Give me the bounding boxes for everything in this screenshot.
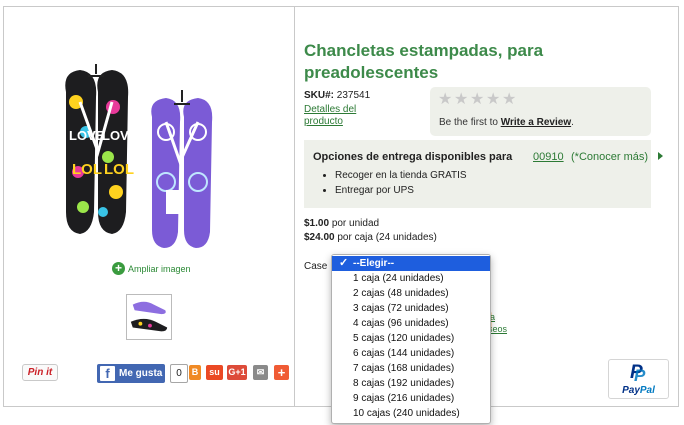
- star-rating[interactable]: ★ ★ ★ ★ ★: [438, 91, 517, 108]
- sku-value: 237541: [336, 90, 371, 101]
- product-details-link[interactable]: Detalles del producto: [304, 104, 384, 128]
- zoom-plus-icon: +: [112, 262, 125, 275]
- star-icon: ★: [454, 91, 469, 108]
- case-option[interactable]: 5 cajas (120 unidades): [332, 331, 490, 346]
- svg-text:LOL: LOL: [104, 161, 134, 178]
- svg-text:LOVE: LOVE: [102, 128, 138, 143]
- case-option-selected[interactable]: ✓ --Elegir--: [332, 256, 490, 271]
- case-quantity-dropdown[interactable]: ✓ --Elegir-- 1 caja (24 unidades) 2 caja…: [331, 254, 491, 424]
- case-option[interactable]: 2 cajas (48 unidades): [332, 286, 490, 301]
- delivery-options-panel: Opciones de entrega disponibles para 009…: [304, 140, 663, 208]
- sku: SKU#: 237541: [304, 90, 370, 101]
- facebook-like-button[interactable]: f Me gusta: [97, 364, 165, 383]
- google-plus-icon[interactable]: G+1: [227, 365, 247, 380]
- review-box: ★ ★ ★ ★ ★ Be the first to Write a Review…: [430, 87, 651, 136]
- facebook-icon: f: [100, 366, 115, 381]
- paypal-button[interactable]: P P PayPal: [608, 359, 669, 399]
- zip-code-link[interactable]: 00910: [533, 151, 564, 163]
- case-option-label: --Elegir--: [353, 258, 395, 269]
- product-thumbnail[interactable]: [126, 294, 172, 340]
- pinterest-button[interactable]: Pin it: [22, 364, 58, 381]
- case-option[interactable]: 9 cajas (216 unidades): [332, 391, 490, 406]
- unit-price-label: por unidad: [331, 218, 380, 229]
- facebook-like-count: 0: [170, 364, 188, 383]
- stumbleupon-icon[interactable]: su: [206, 365, 223, 380]
- write-review-link[interactable]: Write a Review: [501, 117, 571, 128]
- unit-price: $1.00 por unidad: [304, 218, 379, 229]
- chevron-right-icon[interactable]: [658, 152, 663, 160]
- review-suffix: .: [571, 117, 574, 128]
- svg-text:LOVE: LOVE: [69, 128, 105, 143]
- sku-label: SKU#:: [304, 90, 335, 101]
- case-option[interactable]: 4 cajas (96 unidades): [332, 316, 490, 331]
- product-image[interactable]: LOVE LOVE LOL LOL: [58, 62, 236, 252]
- review-prompt: Be the first to Write a Review.: [439, 117, 574, 128]
- case-option[interactable]: 10 cajas (240 unidades): [332, 406, 490, 421]
- product-title: Chancletas estampadas, para preadolescen…: [304, 41, 544, 82]
- paypal-wordmark: PayPal: [622, 385, 655, 396]
- case-option[interactable]: 7 cajas (168 unidades): [332, 361, 490, 376]
- case-option[interactable]: 8 cajas (192 unidades): [332, 376, 490, 391]
- unit-price-value: $1.00: [304, 218, 330, 229]
- paypal-icon-overlay: P: [634, 366, 646, 385]
- email-icon[interactable]: ✉: [253, 365, 268, 380]
- column-divider: [294, 6, 295, 407]
- delivery-option: Entregar por UPS: [335, 183, 467, 198]
- share-bar: Pin it f Me gusta 0 B su G+1 ✉ +: [22, 363, 292, 383]
- star-icon: ★: [470, 91, 485, 108]
- review-prompt-text: Be the first to: [439, 117, 498, 128]
- delivery-heading: Opciones de entrega disponibles para: [313, 151, 513, 163]
- zoom-image-label: Ampliar imagen: [128, 263, 191, 274]
- checkmark-icon: ✓: [339, 257, 349, 269]
- star-icon: ★: [438, 91, 453, 108]
- star-icon: ★: [486, 91, 501, 108]
- case-option[interactable]: 6 cajas (144 unidades): [332, 346, 490, 361]
- zoom-image-link[interactable]: + Ampliar imagen: [112, 262, 191, 275]
- case-price: $24.00 por caja (24 unidades): [304, 232, 437, 243]
- star-icon: ★: [502, 91, 517, 108]
- case-select-label: Case: [304, 261, 328, 272]
- case-option[interactable]: 3 cajas (72 unidades): [332, 301, 490, 316]
- blogger-icon[interactable]: B: [189, 365, 201, 380]
- case-price-label: por caja (24 unidades): [337, 232, 437, 243]
- svg-text:LOL: LOL: [72, 161, 102, 178]
- delivery-option: Recoger en la tienda GRATIS: [335, 168, 467, 183]
- facebook-like-label: Me gusta: [119, 368, 163, 379]
- add-more-icon[interactable]: +: [274, 365, 289, 380]
- case-price-value: $24.00: [304, 232, 335, 243]
- learn-more-link[interactable]: (*Conocer más): [571, 151, 648, 163]
- delivery-list: Recoger en la tienda GRATIS Entregar por…: [325, 168, 467, 198]
- case-option[interactable]: 1 caja (24 unidades): [332, 271, 490, 286]
